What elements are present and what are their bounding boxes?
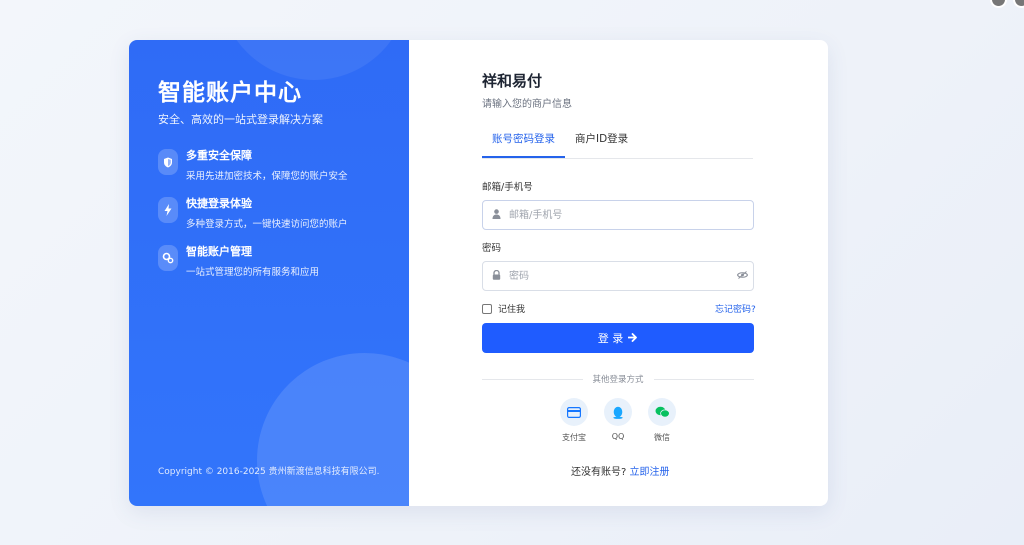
brand-title: 祥和易付 — [482, 72, 543, 90]
window-corner-buttons — [990, 0, 1024, 8]
feature-desc: 采用先进加密技术，保障您的账户安全 — [186, 171, 348, 182]
forgot-password-link[interactable]: 忘记密码? — [715, 302, 756, 315]
feature-fast-login: 快捷登录体验 多种登录方式，一键快速访问您的账户 — [158, 195, 348, 230]
tab-merchant-id[interactable]: 商户ID登录 — [565, 130, 638, 158]
divider-line — [653, 378, 755, 380]
password-label: 密码 — [482, 243, 502, 254]
other-login-divider: 其他登录方式 — [482, 373, 755, 385]
alipay-login-button[interactable]: 支付宝 — [559, 398, 589, 443]
eye-slash-icon[interactable] — [731, 270, 753, 282]
password-input[interactable] — [509, 262, 731, 290]
panel-title: 智能账户中心 — [158, 80, 302, 106]
login-button-label: 登 录 — [597, 332, 624, 345]
alipay-label: 支付宝 — [562, 433, 586, 442]
wechat-label: 微信 — [654, 433, 670, 442]
feature-name: 多重安全保障 — [186, 149, 252, 162]
feature-desc: 一站式管理您的所有服务和应用 — [186, 267, 320, 278]
register-prompt: 还没有账号? 立即注册 — [571, 463, 670, 478]
qq-penguin-icon — [604, 398, 632, 426]
corner-dot — [1013, 0, 1024, 8]
tab-account-password[interactable]: 账号密码登录 — [482, 130, 565, 158]
gears-icon — [158, 245, 178, 271]
password-field — [482, 261, 754, 291]
login-form-panel: 祥和易付 请输入您的商户信息 账号密码登录 商户ID登录 邮箱/手机号 密码 记… — [409, 40, 828, 506]
card-icon — [560, 398, 588, 426]
feature-name: 快捷登录体验 — [186, 197, 252, 210]
decor-circle — [257, 353, 409, 506]
social-login-list: 支付宝 QQ 微信 — [559, 398, 677, 443]
user-icon — [483, 208, 509, 222]
email-label: 邮箱/手机号 — [482, 182, 533, 193]
corner-dot — [990, 0, 1007, 8]
arrow-right-icon — [627, 332, 638, 345]
email-input[interactable] — [509, 201, 753, 229]
remember-me[interactable]: 记住我 — [482, 302, 525, 315]
qq-login-button[interactable]: QQ — [603, 398, 633, 443]
shield-icon — [158, 149, 178, 175]
brand-subtitle: 请输入您的商户信息 — [482, 99, 572, 110]
feature-security: 多重安全保障 采用先进加密技术，保障您的账户安全 — [158, 147, 348, 182]
login-card: 智能账户中心 安全、高效的一站式登录解决方案 多重安全保障 采用先进加密技术，保… — [129, 40, 828, 506]
bolt-icon — [158, 197, 178, 223]
remember-label: 记住我 — [498, 305, 526, 315]
wechat-login-button[interactable]: 微信 — [647, 398, 677, 443]
lock-icon — [483, 269, 509, 283]
register-prompt-text: 还没有账号? — [571, 467, 627, 478]
promo-panel: 智能账户中心 安全、高效的一站式登录解决方案 多重安全保障 采用先进加密技术，保… — [129, 40, 409, 506]
email-field — [482, 200, 754, 230]
login-tabs: 账号密码登录 商户ID登录 — [482, 130, 753, 159]
register-link[interactable]: 立即注册 — [630, 467, 670, 478]
qq-label: QQ — [611, 432, 625, 441]
divider-line — [482, 378, 583, 380]
wechat-icon — [648, 398, 676, 426]
remember-checkbox[interactable] — [482, 303, 492, 314]
feature-name: 智能账户管理 — [186, 245, 252, 258]
panel-subtitle: 安全、高效的一站式登录解决方案 — [158, 113, 323, 126]
feature-desc: 多种登录方式，一键快速访问您的账户 — [186, 219, 348, 230]
feature-account-management: 智能账户管理 一站式管理您的所有服务和应用 — [158, 243, 319, 278]
other-login-text: 其他登录方式 — [592, 375, 644, 385]
login-button[interactable]: 登 录 — [482, 323, 754, 353]
copyright-text: Copyright © 2016-2025 贵州新渡信息科技有限公司. — [158, 467, 380, 477]
